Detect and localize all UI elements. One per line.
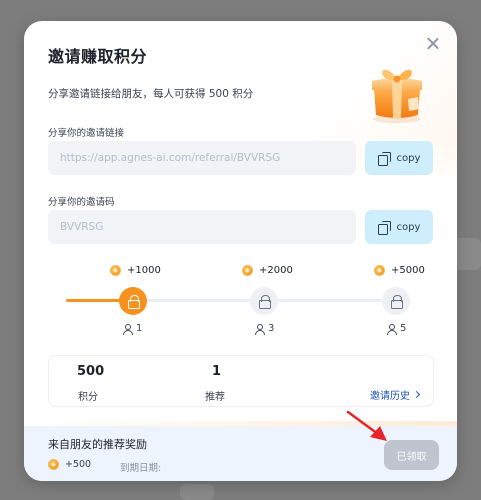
- invite-link-label: 分享你的邀请链接: [48, 128, 125, 139]
- close-icon[interactable]: [425, 36, 441, 52]
- coin-icon: [110, 265, 121, 276]
- invite-code-label: 分享你的邀请码: [48, 197, 115, 208]
- milestone-count-1-text: 1: [136, 323, 143, 334]
- milestone-count-1: 1: [123, 323, 143, 335]
- gift-box-icon: [372, 69, 422, 123]
- referrals-value: 1: [212, 364, 222, 379]
- copy-code-label: copy: [396, 221, 421, 233]
- points-label: 积分: [78, 392, 98, 403]
- expiry-label: 到期日期:: [120, 463, 162, 474]
- milestone-reward-1: +1000: [110, 265, 161, 276]
- referrals-label: 推荐: [205, 392, 225, 403]
- footer-title: 来自朋友的推荐奖励: [48, 438, 147, 451]
- milestone-count-2: 3: [255, 323, 275, 335]
- invite-code-field[interactable]: BVVRSG: [48, 210, 356, 244]
- milestone-node-2: [250, 287, 278, 315]
- footer-amount-text: +500: [65, 459, 92, 470]
- points-value: 500: [77, 364, 105, 379]
- claim-button[interactable]: 已领取: [384, 440, 439, 470]
- milestone-reward-2-text: +2000: [259, 265, 293, 276]
- coin-icon: [374, 265, 385, 276]
- invite-link-field[interactable]: https://app.agnes-ai.com/referral/BVVRSG: [48, 141, 356, 175]
- coin-icon: [48, 459, 59, 470]
- milestone-count-3: 5: [387, 323, 407, 335]
- milestone-reward-3: +5000: [374, 265, 425, 276]
- copy-icon: [377, 220, 391, 235]
- unlock-icon: [128, 295, 140, 309]
- copy-link-button[interactable]: copy: [365, 141, 433, 175]
- lock-icon: [391, 295, 403, 309]
- invite-history-label: 邀请历史: [370, 391, 410, 402]
- user-icon: [123, 323, 133, 335]
- referral-reward-footer: 来自朋友的推荐奖励 +500 到期日期: 已领取: [24, 426, 457, 481]
- invite-history-link[interactable]: 邀请历史: [370, 387, 421, 402]
- footer-amount: +500: [48, 459, 91, 470]
- copy-icon: [377, 151, 391, 166]
- user-icon: [387, 323, 397, 335]
- user-icon: [255, 323, 265, 335]
- modal-title: 邀请赚取积分: [48, 47, 148, 66]
- lock-icon: [259, 295, 271, 309]
- invite-modal: 邀请赚取积分 分享邀请链接给朋友，每人可获得 500 积分 分享你的邀请链接 h…: [24, 21, 457, 481]
- modal-subtitle: 分享邀请链接给朋友，每人可获得 500 积分: [48, 88, 254, 100]
- milestone-count-2-text: 3: [268, 323, 275, 334]
- chevron-right-icon: [412, 390, 421, 399]
- stats-card: 500 积分 1 推荐 邀请历史: [48, 355, 434, 407]
- milestone-reward-3-text: +5000: [391, 265, 425, 276]
- milestone-node-1: [119, 287, 147, 315]
- milestone-reward-1-text: +1000: [127, 265, 161, 276]
- milestone-reward-2: +2000: [242, 265, 293, 276]
- milestone-count-3-text: 5: [400, 323, 407, 334]
- coin-icon: [242, 265, 253, 276]
- milestone-node-3: [382, 287, 410, 315]
- backdrop-shape: [180, 484, 214, 500]
- copy-code-button[interactable]: copy: [365, 210, 433, 244]
- copy-link-label: copy: [396, 152, 421, 164]
